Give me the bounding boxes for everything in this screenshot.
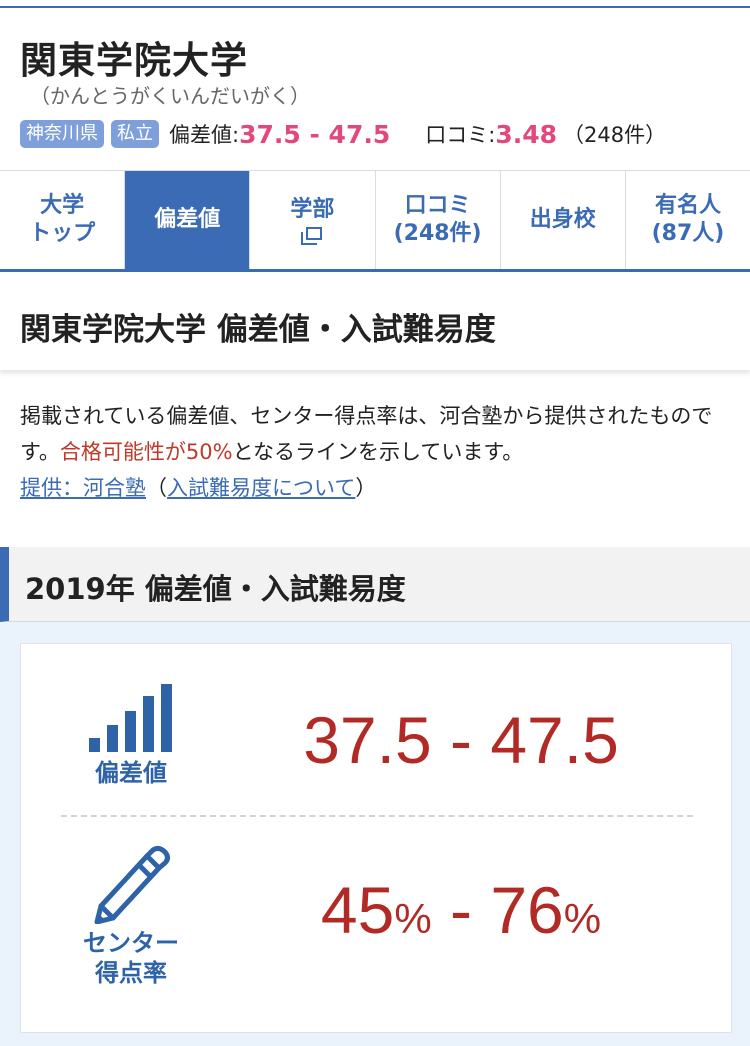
hensachi-range: 37.5 - 47.5 — [303, 703, 619, 777]
tab-label: 学部 — [290, 196, 335, 222]
percent-sign: % — [563, 895, 602, 942]
university-header: 関東学院大学 （かんとうがくいんだいがく） 神奈川県 私立 偏差値: 37.5 … — [0, 10, 750, 170]
tab-reviews[interactable]: 口コミ (248件) — [376, 171, 501, 269]
tab-label: (248件) — [393, 221, 482, 246]
type-tag[interactable]: 私立 — [111, 120, 159, 148]
center-label-line1: センター — [83, 929, 179, 957]
center-label-line2: 得点率 — [95, 959, 167, 987]
tab-label: 偏差値 — [154, 207, 221, 232]
tab-bar: 大学 トップ 偏差値 学部 口コミ (248件) 出身校 有名人 (87人) — [0, 170, 750, 272]
percent-sign: % — [394, 895, 432, 942]
tab-hensachi[interactable]: 偏差値 — [125, 171, 251, 269]
tab-university-top[interactable]: 大学 トップ — [0, 171, 126, 269]
tab-label: 有名人 — [654, 193, 721, 218]
center-min: 45 — [320, 873, 395, 947]
prefecture-tag[interactable]: 神奈川県 — [20, 120, 104, 148]
pencil-icon — [94, 845, 170, 924]
dashed-divider — [61, 815, 693, 817]
description: 掲載されている偏差値、センター得点率は、河合塾から提供されたものです。合格可能性… — [20, 398, 730, 506]
top-rule — [0, 0, 750, 8]
tab-faculties[interactable]: 学部 — [250, 171, 376, 269]
review-score: 3.48 — [495, 119, 557, 149]
tab-label: トップ — [29, 221, 96, 246]
tab-alma-mater[interactable]: 出身校 — [501, 171, 626, 269]
page-title-bar: 関東学院大学 偏差値・入試難易度 — [0, 272, 750, 370]
hensachi-value: 37.5 - 47.5 — [239, 119, 391, 149]
section-header: 2019年 偏差値・入試難易度 — [0, 547, 750, 622]
hensachi-icon-column: 偏差値 — [61, 684, 201, 788]
pass-probability-highlight: 合格可能性が50% — [59, 440, 233, 464]
review-label: 口コミ: — [425, 123, 496, 147]
provider-link[interactable]: 提供：河合塾 — [20, 476, 146, 500]
university-name: 関東学院大学 — [20, 39, 248, 82]
tab-label: 口コミ — [404, 193, 471, 218]
tab-label: 出身校 — [529, 207, 596, 232]
range-separator: - — [431, 873, 491, 947]
hensachi-label: 偏差値 — [95, 759, 167, 787]
bar-chart-icon — [89, 684, 173, 752]
paren-open: （ — [146, 476, 167, 500]
center-max: 76 — [490, 873, 564, 947]
tab-celebrities[interactable]: 有名人 (87人) — [626, 171, 750, 269]
center-icon-column: センター 得点率 — [61, 844, 201, 988]
review-count: （248件） — [563, 123, 667, 147]
about-difficulty-link[interactable]: 入試難易度について — [167, 476, 355, 500]
section-title: 2019年 偏差値・入試難易度 — [25, 572, 406, 606]
page-title: 関東学院大学 偏差値・入試難易度 — [20, 312, 496, 348]
description-text: となるラインを示しています。 — [232, 440, 524, 464]
center-score-range: 45% - 76% — [221, 872, 701, 948]
hensachi-row: 偏差値 37.5 - 47.5 — [21, 644, 733, 814]
paren-close: ） — [355, 476, 377, 500]
tab-label: 大学 — [40, 193, 85, 218]
center-score-row: センター 得点率 45% - 76% — [21, 822, 733, 1027]
university-kana: （かんとうがくいんだいがく） — [30, 84, 310, 108]
popup-window-icon — [301, 226, 323, 245]
stats-card: 偏差値 37.5 - 47.5 センター 得点率 45% - 76% — [20, 643, 732, 1033]
hensachi-label: 偏差値: — [169, 123, 240, 147]
tab-label: (87人) — [651, 221, 725, 246]
meta-row: 神奈川県 私立 偏差値: 37.5 - 47.5 口コミ: 3.48 （248件… — [20, 118, 666, 150]
